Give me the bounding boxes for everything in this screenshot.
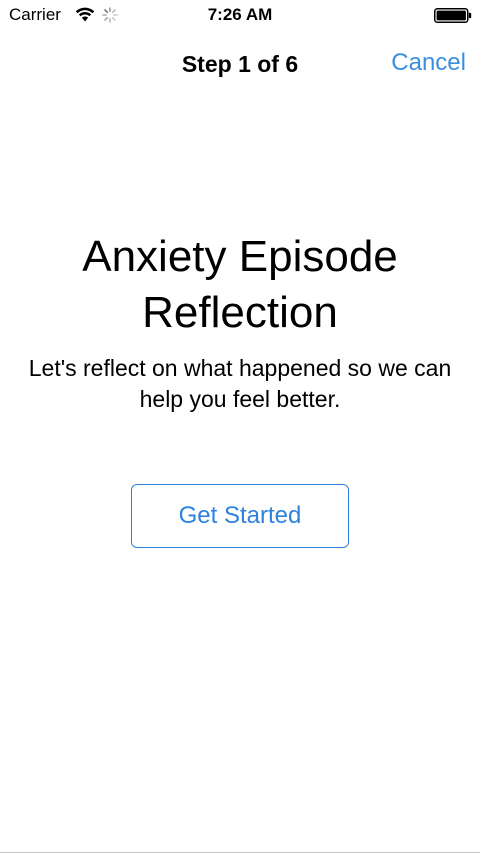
battery-icon <box>434 8 472 23</box>
cancel-button[interactable]: Cancel <box>391 49 466 77</box>
page-description: Let's reflect on what happened so we can… <box>28 355 452 412</box>
navigation-bar: Step 1 of 6 Cancel <box>0 40 480 88</box>
status-time: 7:26 AM <box>207 5 273 24</box>
status-bar: Carrier 7:26 AM <box>0 0 480 30</box>
page-title: Anxiety Episode Reflection <box>82 232 398 337</box>
get-started-button[interactable]: Get Started <box>131 484 349 548</box>
